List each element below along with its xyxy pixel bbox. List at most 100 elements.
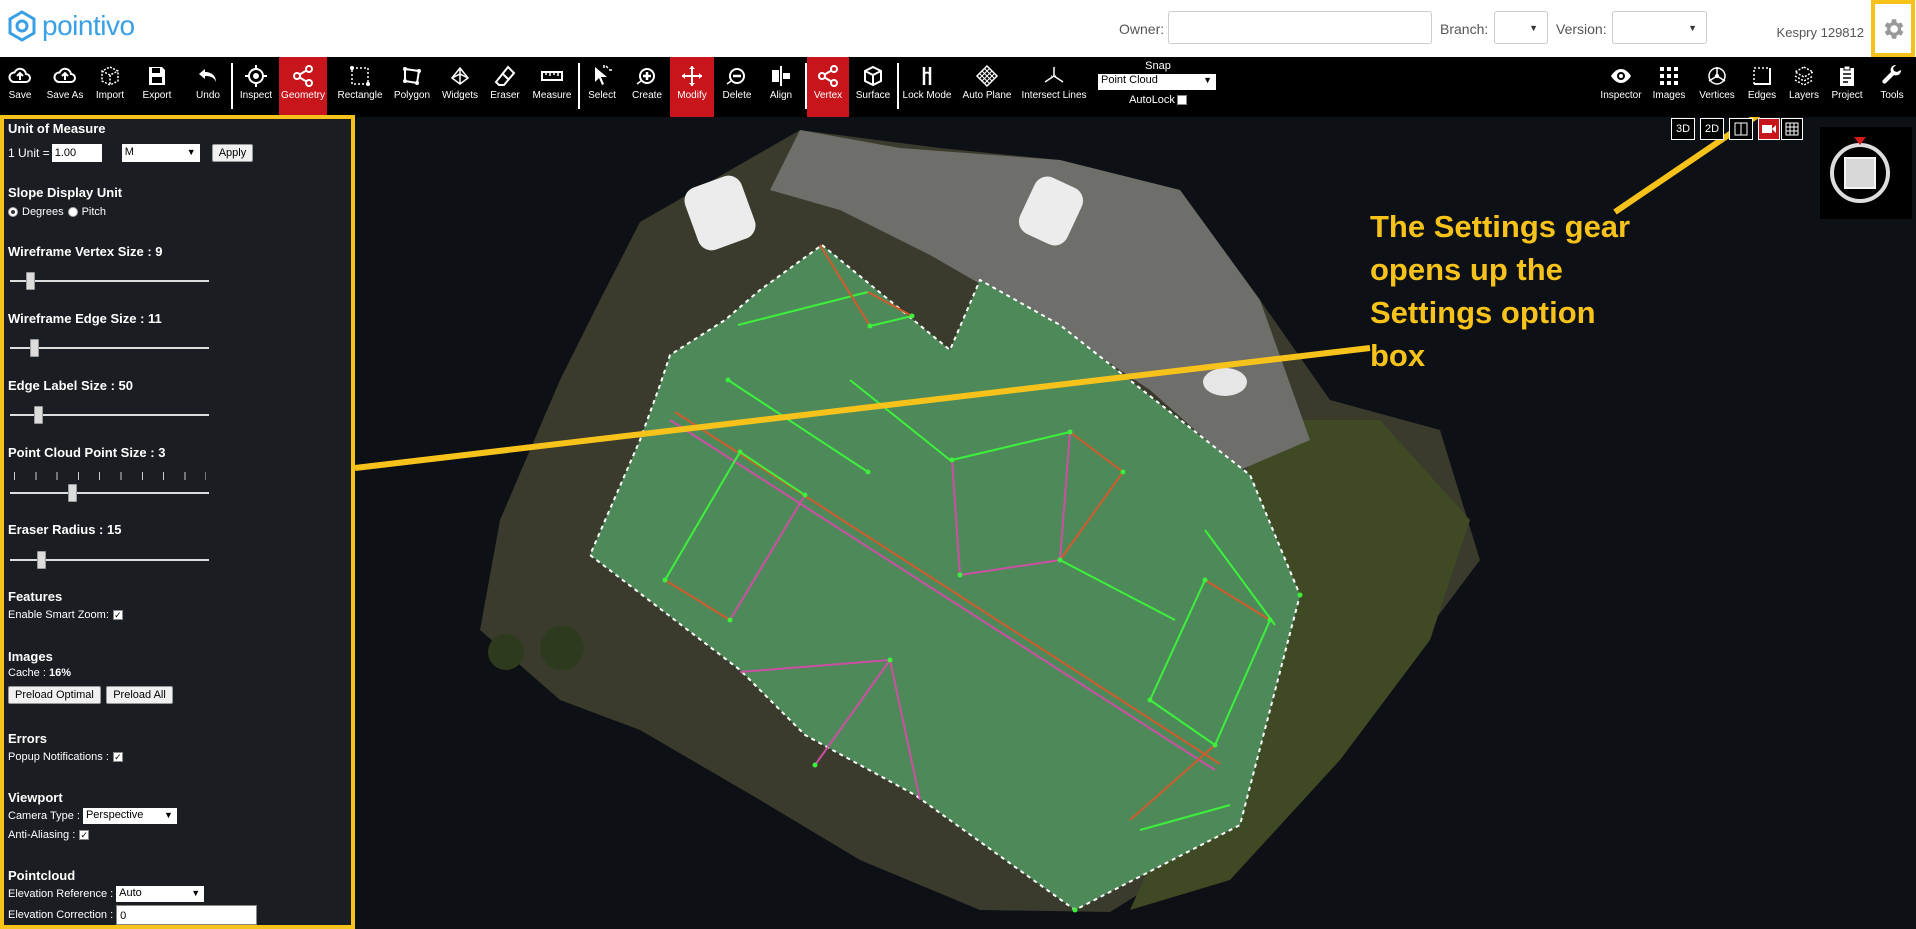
slider-thumb[interactable] <box>34 406 43 424</box>
tool-surface-button[interactable]: Surface <box>853 57 893 117</box>
popup-notifications-label: Popup Notifications : <box>8 751 109 763</box>
tool-label: Auto Plane <box>962 90 1012 101</box>
main-toolbar: Save Save As Import Export Undo Inspect Geomet… <box>0 57 1916 117</box>
tool-widgets-button[interactable]: Widgets <box>437 57 483 117</box>
tool-undo-button[interactable]: Undo <box>188 57 228 117</box>
split-view-icon <box>1734 122 1748 136</box>
tool-vertex-button[interactable]: Vertex <box>807 57 849 117</box>
settings-gear-button[interactable] <box>1871 0 1915 57</box>
tool-delete-button[interactable]: Delete <box>717 57 757 117</box>
tool-eraser-button[interactable]: Eraser <box>485 57 525 117</box>
popup-notifications-checkbox[interactable]: ✓ <box>112 752 123 762</box>
tool-images-button[interactable]: Images <box>1649 57 1689 117</box>
tool-rectangle-button[interactable]: Rectangle <box>336 57 384 117</box>
preload-all-button[interactable]: Preload All <box>106 686 173 704</box>
version-select[interactable]: ▼ <box>1612 11 1707 44</box>
pointivo-logo[interactable]: pointivo <box>6 10 135 42</box>
elevation-reference-label: Elevation Reference : <box>8 888 114 900</box>
unit-select[interactable]: M ▼ <box>121 144 200 162</box>
tool-label: Create <box>631 90 662 101</box>
section-title: Edge Label Size : 50 <box>8 378 133 393</box>
tool-label: Lock Mode <box>902 90 952 101</box>
tool-create-button[interactable]: Create <box>627 57 667 117</box>
point-size-ticks <box>14 472 206 480</box>
vertices-icon <box>1708 67 1726 85</box>
edge-label-slider[interactable] <box>10 406 209 424</box>
edge-size-slider[interactable] <box>10 339 209 357</box>
degrees-radio[interactable] <box>8 207 18 217</box>
tool-save-button[interactable]: Save <box>0 57 40 117</box>
tool-lock-mode-button[interactable]: Lock Mode <box>898 57 956 117</box>
slider-thumb[interactable] <box>68 484 77 502</box>
layers-icon <box>1793 66 1815 86</box>
undo-icon <box>199 69 216 82</box>
point-size-slider[interactable] <box>10 484 209 502</box>
elevation-correction-input[interactable]: 0 <box>116 905 258 925</box>
tool-save-as-button[interactable]: Save As <box>45 57 85 117</box>
tool-polygon-button[interactable]: Polygon <box>392 57 432 117</box>
owner-input[interactable] <box>1168 11 1432 44</box>
pitch-radio[interactable] <box>67 207 78 217</box>
plus-circle-icon <box>636 68 655 85</box>
box-icon <box>864 65 882 87</box>
tool-edges-button[interactable]: Edges <box>1742 57 1782 117</box>
tool-vertices-button[interactable]: Vertices <box>1694 57 1740 117</box>
snap-select[interactable]: Point Cloud ▼ <box>1098 74 1216 90</box>
slider-thumb[interactable] <box>26 272 35 290</box>
chevron-down-icon: ▼ <box>1203 75 1212 85</box>
anti-aliasing-checkbox[interactable]: ✓ <box>79 830 90 840</box>
chevron-down-icon: ▼ <box>164 810 173 820</box>
vertex-size-slider[interactable] <box>10 272 209 290</box>
unit-input[interactable]: 1.00 <box>51 144 102 162</box>
apply-button[interactable]: Apply <box>211 144 254 162</box>
slider-thumb[interactable] <box>30 339 39 357</box>
grid-toggle-button[interactable] <box>1781 118 1803 140</box>
elevation-reference-select[interactable]: Auto ▼ <box>116 886 205 902</box>
grid-icon <box>1785 122 1799 136</box>
tool-modify-button[interactable]: Modify <box>670 57 714 117</box>
toolbar-separator <box>897 63 899 109</box>
user-name: Kespry 129812 <box>1776 25 1864 40</box>
edges-icon <box>1753 67 1771 85</box>
tool-inspect-button[interactable]: Inspect <box>234 57 278 117</box>
tool-import-button[interactable]: Import <box>90 57 130 117</box>
tool-project-button[interactable]: Project <box>1826 57 1868 117</box>
section-title: Eraser Radius : 15 <box>8 522 122 537</box>
tool-layers-button[interactable]: Layers <box>1784 57 1824 117</box>
slider-thumb[interactable] <box>37 551 46 569</box>
branch-select[interactable]: ▼ <box>1494 11 1548 44</box>
view-2d-button[interactable]: 2D <box>1700 118 1724 140</box>
callout-line: The Settings gear <box>1370 209 1631 244</box>
tool-auto-plane-button[interactable]: Auto Plane <box>961 57 1013 117</box>
camera-type-select[interactable]: Perspective ▼ <box>82 808 177 824</box>
tool-align-button[interactable]: Align <box>761 57 801 117</box>
version-label: Version: <box>1556 21 1607 37</box>
polygon-icon <box>403 67 421 85</box>
autolock-checkbox[interactable] <box>1176 95 1187 105</box>
pitch-label: Pitch <box>81 206 107 218</box>
widgets-icon <box>450 66 470 85</box>
tool-intersect-lines-button[interactable]: Intersect Lines <box>1018 57 1090 117</box>
view-3d-button[interactable]: 3D <box>1671 118 1695 140</box>
tool-geometry-button[interactable]: Geometry <box>279 57 327 117</box>
preload-optimal-button[interactable]: Preload Optimal <box>8 686 101 704</box>
view-cube[interactable] <box>1820 127 1912 219</box>
eraser-icon <box>494 65 516 86</box>
tool-inspector-button[interactable]: Inspector <box>1597 57 1645 117</box>
view-cube-face[interactable] <box>1844 157 1876 189</box>
autolock-row: AutoLock <box>1098 94 1218 106</box>
slope-section: Slope Display Unit Degrees Pitch <box>8 185 122 218</box>
tool-label: Import <box>95 90 125 101</box>
lock-mode-icon <box>922 67 932 85</box>
tool-tools-button[interactable]: Tools <box>1872 57 1912 117</box>
camera-record-button[interactable] <box>1758 118 1780 140</box>
tool-export-button[interactable]: Export <box>137 57 177 117</box>
tool-measure-button[interactable]: Measure <box>528 57 576 117</box>
annotation-callout: The Settings gear opens up the Settings … <box>1370 205 1670 377</box>
eraser-radius-slider[interactable] <box>10 551 209 569</box>
toolbar-separator <box>231 63 233 109</box>
split-view-button[interactable] <box>1729 118 1753 140</box>
tool-select-button[interactable]: Select <box>582 57 622 117</box>
smart-zoom-checkbox[interactable]: ✓ <box>112 610 123 620</box>
snap-value: Point Cloud <box>1101 74 1158 86</box>
